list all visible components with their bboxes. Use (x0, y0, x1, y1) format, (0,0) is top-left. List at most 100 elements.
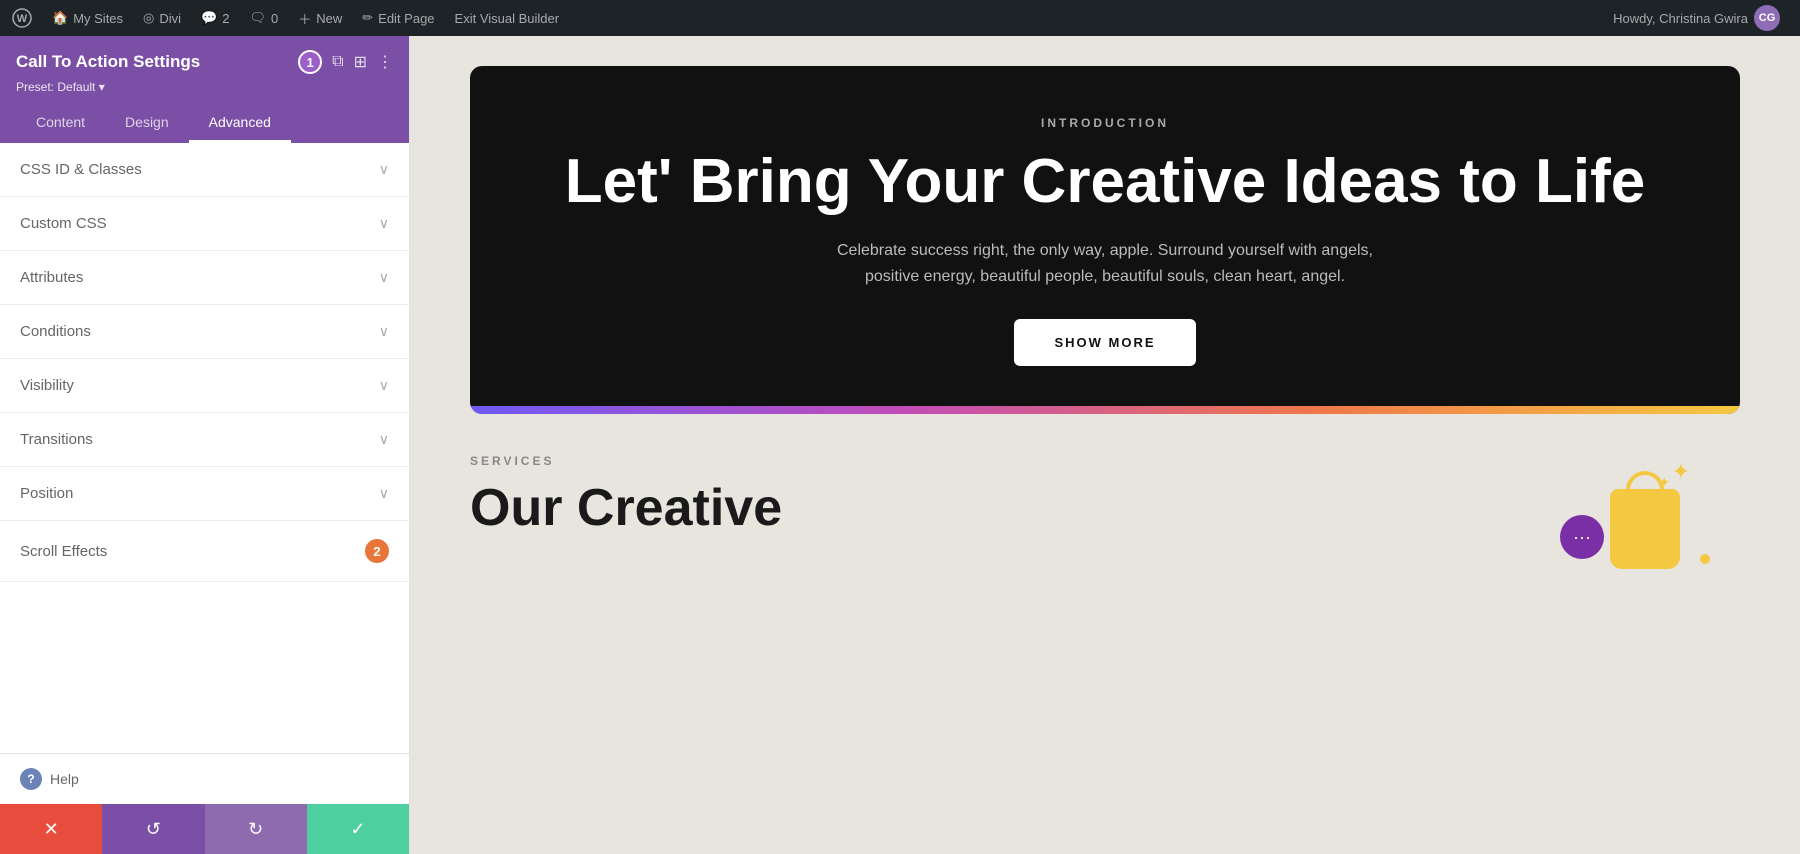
hero-inner: INTRODUCTION Let' Bring Your Creative Id… (470, 66, 1740, 396)
tab-design[interactable]: Design (105, 104, 189, 143)
chevron-down-icon: ∨ (379, 323, 389, 340)
panel-title-icons: 1 ⧉ ⊞ ⋮ (298, 50, 393, 74)
hero-button[interactable]: SHOW MORE (1014, 319, 1195, 366)
redo-button[interactable]: ↻ (205, 804, 307, 854)
accordion-custom-css: Custom CSS ∨ (0, 197, 409, 251)
accordion-transitions: Transitions ∨ (0, 413, 409, 467)
services-text: SERVICES Our Creative (470, 454, 1500, 537)
accordion-scroll-effects: Scroll Effects 2 (0, 521, 409, 582)
admin-bar-comments[interactable]: 💬 2 (193, 0, 237, 36)
services-illustration: ··· ✦ ✦ (1540, 454, 1740, 574)
pencil-icon: ✏ (362, 10, 373, 26)
copy-icon[interactable]: ⧉ (332, 53, 343, 71)
admin-bar-speech[interactable]: 🗨 0 (241, 0, 286, 36)
chevron-down-icon: ∨ (379, 161, 389, 178)
star-icon: ✦ (1658, 474, 1670, 491)
accordion-conditions-header[interactable]: Conditions ∨ (0, 305, 409, 358)
dot-decoration (1700, 554, 1710, 564)
admin-bar-right: Howdy, Christina Gwira CG (1605, 5, 1788, 31)
services-label: SERVICES (470, 454, 1500, 468)
accordion-position: Position ∨ (0, 467, 409, 521)
panel-tabs: Content Design Advanced (16, 104, 393, 143)
accordion-scroll-effects-header[interactable]: Scroll Effects 2 (0, 521, 409, 581)
accordion-position-right: ∨ (379, 485, 389, 502)
page-preview: INTRODUCTION Let' Bring Your Creative Id… (410, 36, 1800, 854)
chevron-down-icon: ∨ (379, 431, 389, 448)
bag-illustration (1610, 489, 1680, 569)
sparkle-icon: ✦ (1672, 459, 1690, 485)
accordion-scroll-effects-label: Scroll Effects (20, 543, 107, 560)
accordion-transitions-header[interactable]: Transitions ∨ (0, 413, 409, 466)
accordion-conditions-right: ∨ (379, 323, 389, 340)
plus-icon: ＋ (298, 9, 311, 28)
accordion-css-id-label: CSS ID & Classes (20, 161, 142, 178)
comment-icon: 💬 (201, 10, 217, 26)
accordion-scroll-effects-right: 2 (365, 539, 389, 563)
admin-bar-new[interactable]: ＋ New (290, 0, 350, 36)
services-title: Our Creative (470, 480, 1500, 537)
chevron-down-icon: ∨ (379, 269, 389, 286)
accordion-visibility-header[interactable]: Visibility ∨ (0, 359, 409, 412)
chevron-down-icon: ∨ (379, 377, 389, 394)
accordion-visibility-label: Visibility (20, 377, 74, 394)
hero-gradient-bar (470, 406, 1740, 414)
panel-header: Call To Action Settings 1 ⧉ ⊞ ⋮ Preset: … (0, 36, 409, 143)
admin-bar-exit-builder[interactable]: Exit Visual Builder (447, 0, 568, 36)
speech-icon: 🗨 (249, 10, 266, 26)
accordion-conditions-label: Conditions (20, 323, 91, 340)
action-bar: ✕ ↺ ↻ ✓ (0, 804, 409, 854)
accordion-attributes: Attributes ∨ (0, 251, 409, 305)
admin-bar: W 🏠 My Sites ◎ Divi 💬 2 🗨 0 ＋ New ✏ Edit… (0, 0, 1800, 36)
panel-title: Call To Action Settings (16, 52, 200, 72)
chevron-down-icon: ∨ (379, 215, 389, 232)
tab-content[interactable]: Content (16, 104, 105, 143)
cancel-button[interactable]: ✕ (0, 804, 102, 854)
accordion-custom-css-right: ∨ (379, 215, 389, 232)
hero-intro-label: INTRODUCTION (530, 116, 1680, 130)
accordion-visibility-right: ∨ (379, 377, 389, 394)
panel-title-row: Call To Action Settings 1 ⧉ ⊞ ⋮ (16, 50, 393, 74)
undo-button[interactable]: ↺ (102, 804, 204, 854)
accordion-transitions-label: Transitions (20, 431, 93, 448)
wordpress-icon[interactable]: W (12, 8, 32, 28)
accordion-list: CSS ID & Classes ∨ Custom CSS ∨ Attribut… (0, 143, 409, 753)
avatar: CG (1754, 5, 1780, 31)
tab-advanced[interactable]: Advanced (189, 104, 291, 143)
grid-icon[interactable]: ⊞ (354, 52, 367, 72)
help-label[interactable]: Help (50, 771, 79, 787)
accordion-custom-css-label: Custom CSS (20, 215, 107, 232)
accordion-custom-css-header[interactable]: Custom CSS ∨ (0, 197, 409, 250)
more-icon[interactable]: ⋮ (377, 52, 393, 72)
accordion-attributes-label: Attributes (20, 269, 83, 286)
accordion-position-label: Position (20, 485, 73, 502)
settings-panel: Call To Action Settings 1 ⧉ ⊞ ⋮ Preset: … (0, 36, 410, 854)
accordion-css-id-header[interactable]: CSS ID & Classes ∨ (0, 143, 409, 196)
help-icon[interactable]: ? (20, 768, 42, 790)
panel-footer: ? Help (0, 753, 409, 804)
admin-bar-howdy[interactable]: Howdy, Christina Gwira CG (1605, 5, 1788, 31)
admin-bar-edit-page[interactable]: ✏ Edit Page (354, 0, 442, 36)
preset-selector[interactable]: Preset: Default ▾ (16, 80, 393, 94)
divi-icon: ◎ (143, 10, 154, 26)
admin-bar-mysites[interactable]: 🏠 My Sites (44, 0, 131, 36)
hero-title: Let' Bring Your Creative Ideas to Life (530, 148, 1680, 216)
hero-subtitle: Celebrate success right, the only way, a… (825, 238, 1385, 289)
accordion-attributes-right: ∨ (379, 269, 389, 286)
chat-bubble-icon: ··· (1560, 515, 1604, 559)
accordion-css-id: CSS ID & Classes ∨ (0, 143, 409, 197)
accordion-position-header[interactable]: Position ∨ (0, 467, 409, 520)
accordion-transitions-right: ∨ (379, 431, 389, 448)
services-section: SERVICES Our Creative ··· ✦ ✦ (470, 454, 1740, 574)
accordion-attributes-header[interactable]: Attributes ∨ (0, 251, 409, 304)
admin-bar-divi[interactable]: ◎ Divi (135, 0, 189, 36)
accordion-visibility: Visibility ∨ (0, 359, 409, 413)
home-icon: 🏠 (52, 10, 68, 26)
chevron-down-icon: ∨ (379, 485, 389, 502)
accordion-css-id-right: ∨ (379, 161, 389, 178)
main-area: Call To Action Settings 1 ⧉ ⊞ ⋮ Preset: … (0, 36, 1800, 854)
save-button[interactable]: ✓ (307, 804, 409, 854)
svg-text:W: W (17, 13, 28, 25)
hero-section: INTRODUCTION Let' Bring Your Creative Id… (470, 66, 1740, 414)
accordion-conditions: Conditions ∨ (0, 305, 409, 359)
advanced-badge: 1 (298, 50, 322, 74)
